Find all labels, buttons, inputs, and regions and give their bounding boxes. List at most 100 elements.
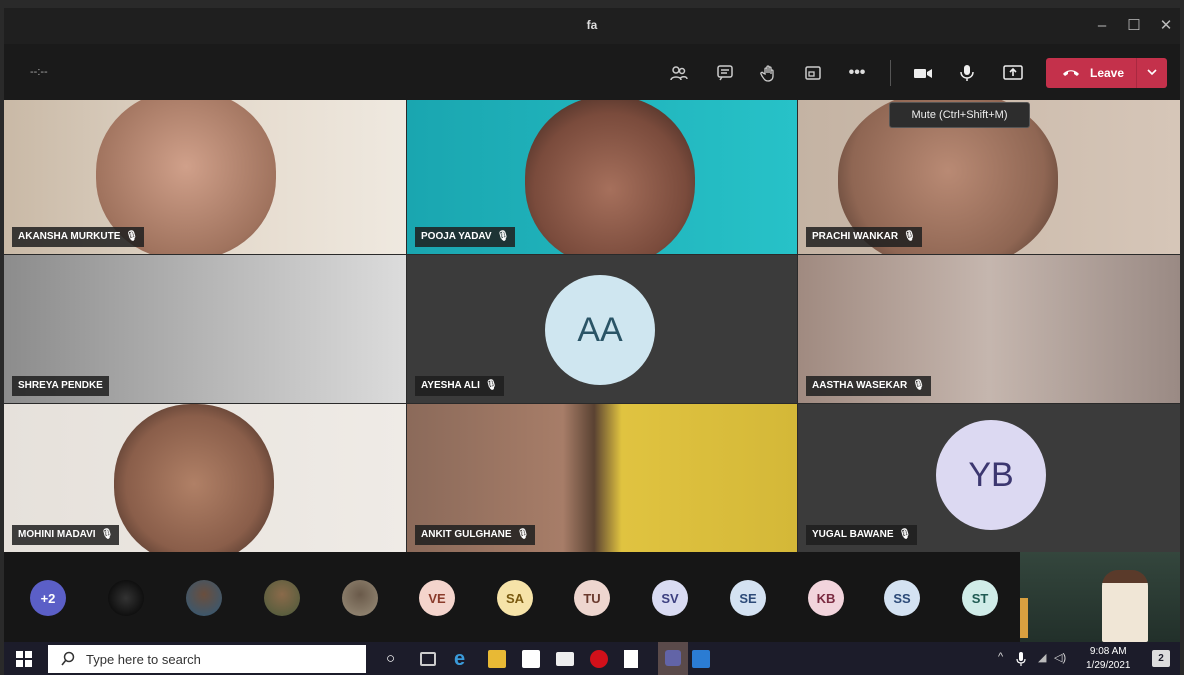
video-tile[interactable]: AASTHA WASEKAR 🎙 [798,255,1180,403]
leave-button[interactable]: Leave [1046,58,1167,88]
meeting-toolbar: --:-- ••• Leave [4,44,1180,100]
mic-tray-icon[interactable] [1016,651,1026,667]
avatar[interactable] [342,580,378,616]
toolbar-divider [890,60,891,86]
chat-button[interactable] [714,62,736,84]
participant-strip: +2 VE SA TU SV SE KB SS ST [4,552,1020,642]
meeting-timer: --:-- [30,66,48,78]
video-tile[interactable]: YB YUGAL BAWANE 🎙 [798,404,1180,552]
breakout-rooms-button[interactable] [802,62,824,84]
avatar[interactable] [108,580,144,616]
hang-up-icon [1063,70,1079,76]
video-grid: AKANSHA MURKUTE 🎙 POOJA YADAV 🎙 PRACHI WAN… [4,100,1180,552]
more-actions-button[interactable]: ••• [846,62,868,84]
avatar[interactable]: KB [808,580,844,616]
mic-off-icon: 🎙 [516,529,530,540]
avatar[interactable]: SV [652,580,688,616]
notepad-icon[interactable] [624,650,638,668]
participant-name: AASTHA WASEKAR 🎙 [806,376,931,396]
participants-button[interactable] [668,62,690,84]
mic-off-icon: 🎙 [898,529,912,540]
notification-center-icon[interactable]: 2 [1152,650,1170,667]
avatar: AA [545,275,655,385]
window-title: fa [586,18,598,32]
avatar: YB [936,420,1046,530]
share-icon [1003,65,1023,80]
video-tile[interactable]: AKANSHA MURKUTE 🎙 [4,100,406,254]
avatar[interactable]: VE [419,580,455,616]
avatar[interactable]: TU [574,580,610,616]
chat-icon [717,65,733,81]
door-edge [1020,598,1028,638]
minimize-icon[interactable]: – [1090,14,1114,38]
more-icon: ••• [848,64,866,81]
store-icon[interactable] [522,650,540,668]
camera-button[interactable] [912,62,934,84]
participant-video [525,100,695,254]
mic-off-icon: 🎙 [125,231,139,242]
chalkboard [1020,552,1180,642]
maximize-icon[interactable]: ☐ [1122,14,1146,38]
opera-icon[interactable] [590,650,608,668]
edge-icon[interactable]: e [454,649,472,669]
participant-name: AKANSHA MURKUTE 🎙 [12,227,145,247]
video-tile[interactable]: ANKIT GULGHANE 🎙 [407,404,797,552]
participant-name: ANKIT GULGHANE 🎙 [415,525,536,545]
task-view-icon[interactable] [420,652,436,666]
avatar[interactable]: SS [884,580,920,616]
presenter-figure [1102,570,1148,642]
cortana-icon[interactable]: ○ [386,650,404,668]
windows-start-icon[interactable] [16,651,32,667]
participant-name: MOHINI MADAVI 🎙 [12,525,120,545]
mail-icon[interactable] [556,652,574,666]
clock-time: 9:08 AM [1089,646,1127,657]
chevron-up-icon[interactable]: ^ [998,651,1003,663]
system-clock[interactable]: 9:08 AM 1/29/2021 [1086,645,1131,673]
teams-app-icon[interactable] [658,642,688,675]
app-icon[interactable] [692,650,710,668]
teams-logo [665,650,681,666]
leave-divider [1136,58,1137,88]
overflow-participants-button[interactable]: +2 [30,580,66,616]
mic-off-icon: 🎙 [903,231,916,242]
rooms-icon [805,66,821,80]
mic-off-icon: 🎙 [912,380,925,391]
participant-name: YUGAL BAWANE 🎙 [806,525,918,545]
chevron-down-icon[interactable] [1146,65,1158,79]
self-view-video[interactable] [1020,552,1180,642]
search-icon [61,651,75,666]
raise-hand-icon [760,65,774,82]
raise-hand-button[interactable] [758,62,780,84]
mic-button[interactable] [956,62,978,84]
title-bar: fa – ☐ ✕ [4,8,1180,44]
close-icon[interactable]: ✕ [1154,14,1178,38]
participant-name: POOJA YADAV 🎙 [415,227,516,247]
avatar[interactable]: ST [962,580,998,616]
avatar[interactable] [264,580,300,616]
participant-name: AYESHA ALI 🎙 [415,376,504,396]
taskbar-search-box[interactable]: Type here to search [48,645,366,673]
search-placeholder: Type here to search [86,652,201,667]
participant-name: PRACHI WANKAR 🎙 [806,227,922,247]
volume-icon[interactable]: ◁) [1054,651,1066,664]
video-tile[interactable]: MOHINI MADAVI 🎙 [4,404,406,552]
mic-off-icon: 🎙 [484,380,498,391]
camera-icon [914,69,932,78]
avatar[interactable] [186,580,222,616]
video-tile[interactable]: POOJA YADAV 🎙 [407,100,797,254]
participant-video [114,404,274,552]
avatar[interactable]: SE [730,580,766,616]
network-icon[interactable]: ◢ [1038,651,1046,664]
windows-taskbar: Type here to search ○ e ^ ◢ ◁) 9:08 AM 1… [4,642,1180,675]
video-tile[interactable]: AA AYESHA ALI 🎙 [407,255,797,403]
mic-icon [960,65,974,81]
avatar[interactable]: SA [497,580,533,616]
mic-off-icon: 🎙 [100,529,114,540]
participants-icon [670,66,688,81]
share-screen-button[interactable] [1002,62,1024,84]
mute-tooltip: Mute (Ctrl+Shift+M) [889,102,1030,128]
leave-label: Leave [1090,66,1125,80]
video-tile[interactable]: SHREYA PENDKE [4,255,406,403]
mic-off-icon: 🎙 [496,231,510,242]
file-explorer-icon[interactable] [488,650,506,668]
